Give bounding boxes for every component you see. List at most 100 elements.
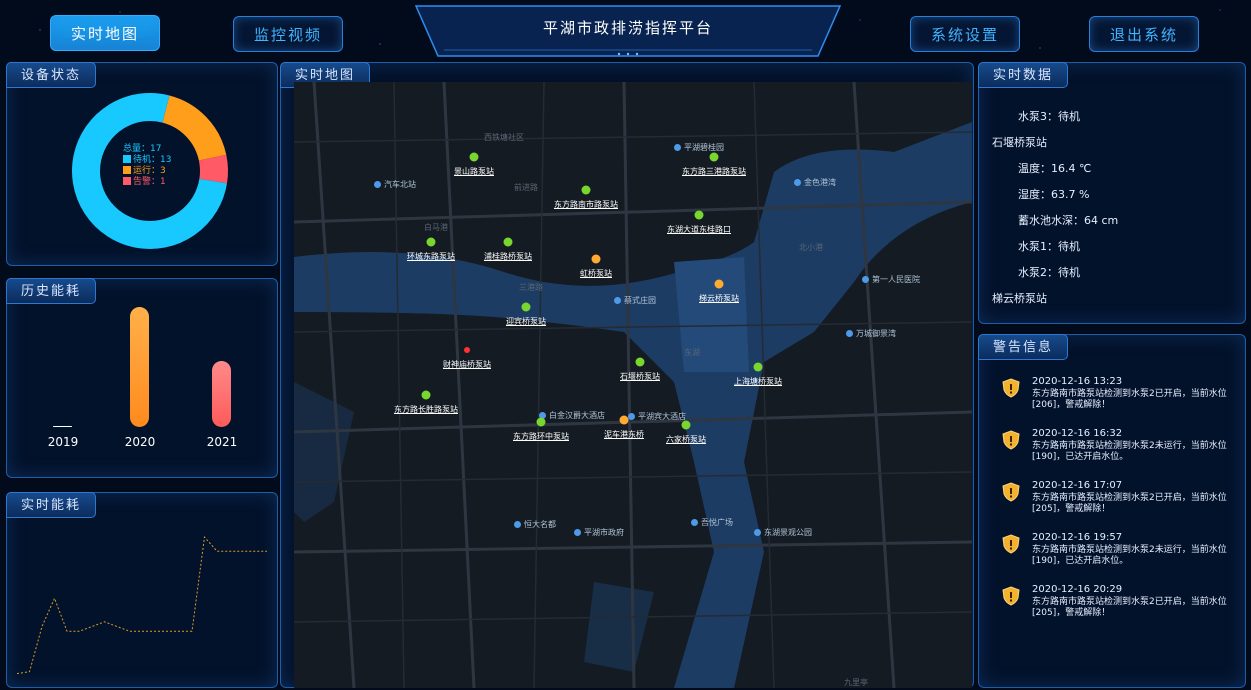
rt-temperature: 温度：16.4 ℃ [1018, 162, 1092, 175]
station-label[interactable]: 环城东路泵站 [407, 251, 455, 262]
bar-label-2019: 2019 [47, 435, 79, 449]
station-marker[interactable] [591, 254, 601, 264]
rt-humidity: 湿度：63.7 % [1018, 188, 1090, 201]
road-label: 九里亭 [844, 678, 868, 687]
legend-total: 总量：17 [123, 144, 162, 154]
bar-2020 [130, 307, 149, 427]
alert-message: 东方路南市路泵站检测到水泵2已开启，当前水位[206]，警戒解除！ [1032, 389, 1227, 410]
poi[interactable]: 金色港湾 [794, 177, 836, 188]
rt-pump3: 水泵3：待机 [1018, 110, 1080, 123]
station-label[interactable]: 上海塘桥泵站 [734, 376, 782, 387]
station-marker[interactable] [536, 417, 546, 427]
alert-time: 2020-12-16 17:07 [1032, 480, 1123, 491]
road-label: 西铁塘社区 [484, 133, 524, 142]
station-marker[interactable] [635, 357, 645, 367]
station-marker[interactable] [709, 152, 719, 162]
station-marker[interactable] [469, 152, 479, 162]
road-label: 三港路 [519, 283, 543, 292]
station-label[interactable]: 梯云桥泵站 [699, 293, 739, 304]
station-marker[interactable] [681, 420, 691, 430]
bar-2019 [53, 426, 72, 427]
nav-system-settings-button[interactable]: 系统设置 [910, 16, 1020, 52]
station-marker[interactable] [503, 237, 513, 247]
road-label: 东湖 [684, 348, 700, 357]
nav-monitor-video-button[interactable]: 监控视频 [233, 16, 343, 52]
station-label[interactable]: 东湖大道东桂路口 [667, 224, 731, 235]
poi[interactable]: 吾悦广场 [691, 517, 733, 528]
station-marker[interactable] [714, 279, 724, 289]
warning-shield-icon [1002, 378, 1020, 398]
device-status-legend: 总量：17 待机：13 运行：3 告警：1 [123, 144, 171, 188]
realtime-data-tab: 实时数据 [978, 62, 1069, 88]
station-label[interactable]: 虹桥泵站 [580, 268, 612, 279]
bar-2021 [212, 361, 231, 427]
realtime-energy-panel: 实时能耗 [6, 492, 278, 688]
bar-label-2020: 2020 [124, 435, 156, 449]
alert-time: 2020-12-16 19:57 [1032, 532, 1123, 543]
poi[interactable]: 第一人民医院 [862, 274, 920, 285]
poi[interactable]: 汽车北站 [374, 179, 416, 190]
poi[interactable]: 白金汉爵大酒店 [539, 410, 605, 421]
station-label[interactable]: 财神庙桥泵站 [443, 359, 491, 370]
alert-time: 2020-12-16 13:23 [1032, 376, 1123, 387]
station-label[interactable]: 东方路三港路泵站 [682, 166, 746, 177]
alert-message: 东方路南市路泵站检测到水泵2已开启，当前水位[205]，警戒解除！ [1032, 493, 1227, 514]
poi[interactable]: 平湖碧桂园 [674, 142, 724, 153]
alert-time: 2020-12-16 16:32 [1032, 428, 1123, 439]
station-label[interactable]: 石堰桥泵站 [620, 371, 660, 382]
alert-message: 东方路南市路泵站检测到水泵2已开启，当前水位[205]，警戒解除！ [1032, 597, 1227, 618]
nav-exit-system-button[interactable]: 退出系统 [1089, 16, 1199, 52]
legend-alarm: 告警：1 [123, 177, 171, 188]
station-label[interactable]: 迎宾桥泵站 [506, 316, 546, 327]
station-label[interactable]: 东方路南市路泵站 [554, 199, 618, 210]
road-label: 白马港 [424, 223, 448, 232]
device-status-tab: 设备状态 [6, 62, 97, 88]
station-label[interactable]: 泥车港东桥 [604, 429, 644, 440]
rt-water-depth: 蓄水池水深：64 cm [1018, 214, 1119, 227]
poi[interactable]: 万城御景湾 [846, 328, 896, 339]
poi[interactable]: 蔡式庄园 [614, 295, 656, 306]
history-energy-tab: 历史能耗 [6, 278, 97, 304]
station-marker[interactable] [464, 347, 470, 353]
station-label[interactable]: 景山路泵站 [454, 166, 494, 177]
poi[interactable]: 平湖宾大酒店 [628, 411, 686, 422]
warning-shield-icon [1002, 482, 1020, 502]
rt-pump2: 水泵2：待机 [1018, 266, 1080, 279]
road-label: 前进路 [514, 183, 538, 192]
road-label: 北小港 [799, 243, 823, 252]
station-marker[interactable] [619, 415, 629, 425]
station-label[interactable]: 东方路长胜路泵站 [394, 404, 458, 415]
device-status-panel: 设备状态 总量：17 待机：13 运行：3 告警：1 [6, 62, 278, 266]
title-banner: 平湖市政排涝指挥平台 [414, 4, 842, 58]
alert-tab: 警告信息 [978, 334, 1069, 360]
station-marker[interactable] [421, 390, 431, 400]
alert-message: 东方路南市路泵站检测到水泵2未运行，当前水位[190]，已达开启水位。 [1032, 441, 1227, 462]
map-roads-water [294, 82, 972, 688]
rt-pump1: 水泵1：待机 [1018, 240, 1080, 253]
station-label[interactable]: 六家桥泵站 [666, 434, 706, 445]
city-map[interactable]: 西铁塘社区 前进路 北小港 白马港 三港路 东湖 九里亭 平湖碧桂园 金色港湾 … [294, 82, 972, 688]
warning-shield-icon [1002, 430, 1020, 450]
legend-running: 运行：3 [123, 166, 171, 177]
station-marker[interactable] [521, 302, 531, 312]
station-label[interactable]: 东方路环中泵站 [513, 431, 569, 442]
station-marker[interactable] [426, 237, 436, 247]
history-energy-panel: 历史能耗 2019 2020 2021 [6, 278, 278, 478]
warning-shield-icon [1002, 586, 1020, 606]
station-marker[interactable] [581, 185, 591, 195]
legend-standby: 待机：13 [123, 155, 171, 166]
donut-slice-alarm [198, 154, 228, 184]
realtime-energy-line [17, 535, 267, 675]
alert-time: 2020-12-16 20:29 [1032, 584, 1123, 595]
poi[interactable]: 平湖市政府 [574, 527, 624, 538]
alert-message: 东方路南市路泵站检测到水泵2未运行，当前水位[190]，已达开启水位。 [1032, 545, 1227, 566]
poi[interactable]: 恒大名都 [514, 519, 556, 530]
rt-station-name: 石堰桥泵站 [992, 136, 1047, 149]
nav-realtime-map-button[interactable]: 实时地图 [50, 15, 160, 51]
station-marker[interactable] [694, 210, 704, 220]
station-label[interactable]: 浦桂路桥泵站 [484, 251, 532, 262]
poi[interactable]: 东湖景观公园 [754, 527, 812, 538]
page-title: 平湖市政排涝指挥平台 [542, 19, 713, 37]
rt-station-name: 梯云桥泵站 [992, 292, 1047, 305]
station-marker[interactable] [753, 362, 763, 372]
